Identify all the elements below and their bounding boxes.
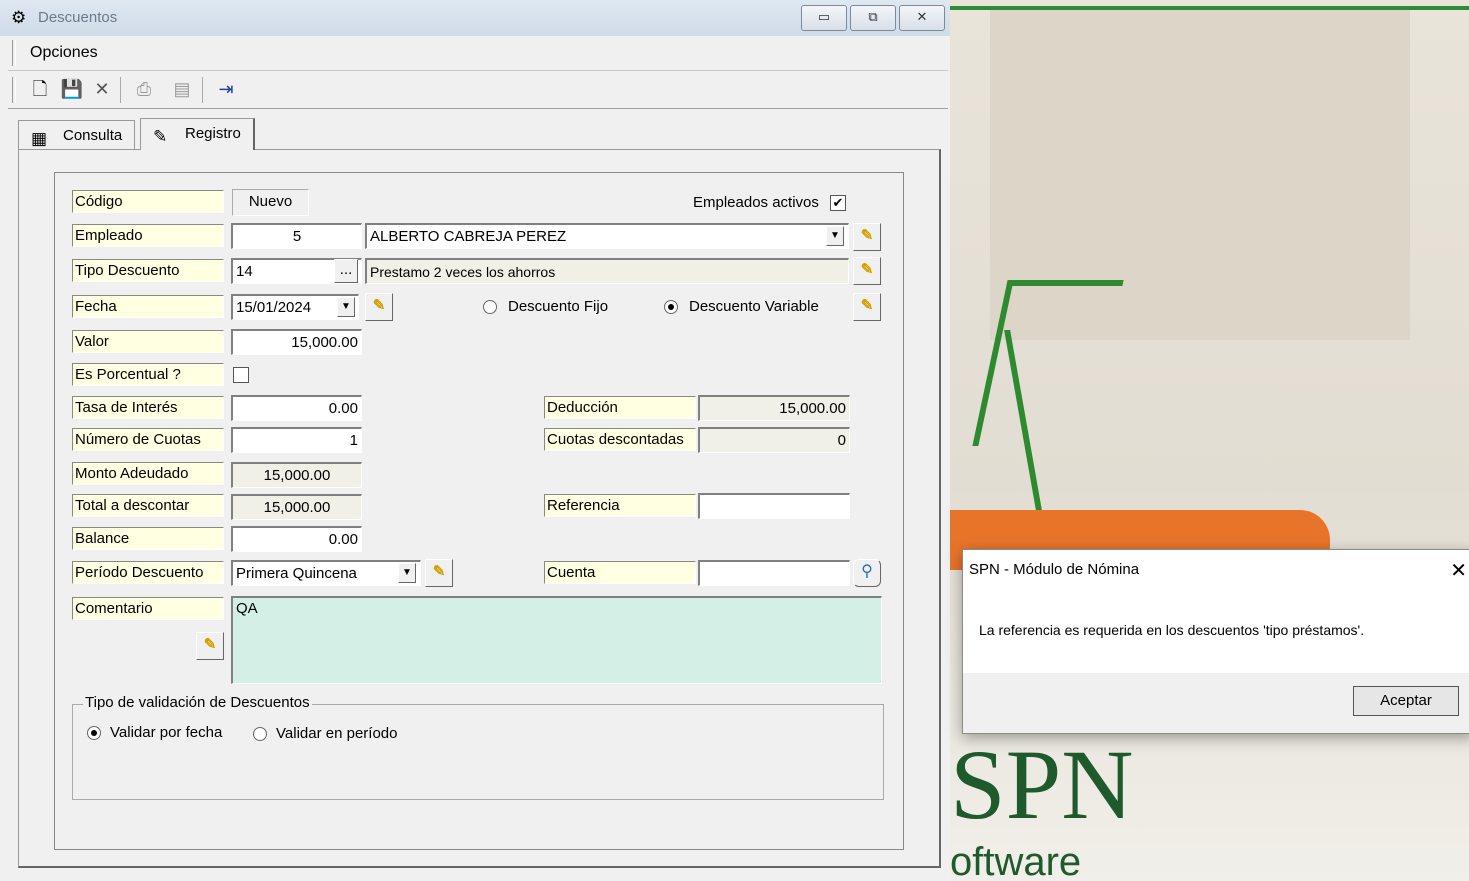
descuentos-window: ⚙ Descuentos ▭ ⧉ ✕ Opciones 🗋 💾 ✕ ⎙ ▤ ⇥ … — [0, 0, 950, 881]
empleados-activos-label: Empleados activos — [693, 194, 819, 211]
validar-por-fecha-radio[interactable] — [87, 726, 101, 740]
empleado-name-select[interactable]: ALBERTO CABREJA PEREZ — [365, 223, 849, 249]
fecha-dropdown-icon[interactable]: ▼ — [337, 297, 355, 317]
total-descontar-value: 15,000.00 — [231, 494, 362, 520]
tipo-descuento-browse-button[interactable]: ... — [334, 259, 358, 283]
tab-registro[interactable]: ✎ Registro — [140, 118, 255, 150]
referencia-input[interactable] — [698, 493, 850, 519]
cuotas-descontadas-value: 0 — [698, 427, 850, 453]
empleado-label: Empleado — [72, 224, 224, 247]
comentario-textarea[interactable]: QA — [231, 596, 882, 684]
balance-label: Balance — [72, 527, 224, 550]
tasa-interes-input[interactable]: 0.00 — [231, 395, 362, 421]
empleados-activos-checkbox[interactable]: ✔ — [830, 195, 846, 211]
comentario-label: Comentario — [72, 597, 224, 620]
tipo-descuento-label: Tipo Descuento — [72, 259, 224, 282]
validar-en-periodo-label: Validar en período — [276, 725, 398, 742]
title-bar: ⚙ Descuentos ▭ ⧉ ✕ — [0, 0, 950, 36]
tipo-descuento-edit-icon[interactable]: ✎ — [853, 257, 881, 285]
cuenta-label: Cuenta — [544, 561, 696, 584]
periodo-descuento-value: Primera Quincena — [236, 565, 357, 582]
empleado-edit-icon[interactable]: ✎ — [853, 223, 881, 251]
referencia-label: Referencia — [544, 494, 696, 517]
periodo-dropdown-icon[interactable]: ▼ — [398, 563, 416, 583]
maximize-button[interactable]: ⧉ — [850, 5, 896, 31]
empleado-dropdown-icon[interactable]: ▼ — [826, 226, 844, 246]
es-porcentual-checkbox[interactable] — [233, 367, 249, 383]
validar-por-fecha-label: Validar por fecha — [110, 724, 223, 741]
tab-registro-label: Registro — [185, 125, 241, 142]
validar-en-periodo-radio[interactable] — [253, 727, 267, 741]
delete-icon[interactable]: ✕ — [90, 77, 114, 101]
descuento-variable-label: Descuento Variable — [689, 298, 819, 315]
total-descontar-label: Total a descontar — [72, 494, 224, 517]
numero-cuotas-label: Número de Cuotas — [72, 428, 224, 451]
menu-opciones[interactable]: Opciones — [30, 44, 98, 62]
new-document-icon[interactable]: 🗋 — [28, 77, 52, 101]
registro-icon: ✎ — [153, 127, 168, 146]
dialog-title: SPN - Módulo de Nómina — [969, 561, 1140, 578]
monto-adeudado-label: Monto Adeudado — [72, 462, 224, 485]
validacion-legend: Tipo de validación de Descuentos — [83, 694, 312, 711]
periodo-edit-icon[interactable]: ✎ — [425, 559, 453, 587]
report-icon[interactable]: ▤ — [170, 77, 194, 101]
brand-subtitle: oftware — [950, 840, 1082, 881]
app-icon: ⚙ — [11, 8, 27, 27]
codigo-value: Nuevo — [232, 189, 309, 216]
descuento-tipo-edit-icon[interactable]: ✎ — [853, 293, 881, 321]
periodo-descuento-select[interactable]: Primera Quincena — [231, 560, 421, 586]
empleado-id-input[interactable]: 5 — [231, 223, 362, 249]
fecha-label: Fecha — [72, 295, 224, 318]
minimize-button[interactable]: ▭ — [801, 5, 847, 31]
periodo-descuento-label: Período Descuento — [72, 561, 224, 584]
es-porcentual-label: Es Porcentual ? — [72, 363, 224, 386]
aceptar-button[interactable]: Aceptar — [1353, 686, 1459, 716]
brand-logo-text: SPN — [950, 729, 1134, 840]
tab-consulta-label: Consulta — [63, 127, 123, 144]
toolbar: 🗋 💾 ✕ ⎙ ▤ ⇥ — [8, 71, 948, 109]
monto-adeudado-value: 15,000.00 — [231, 462, 362, 488]
print-icon[interactable]: ⎙ — [132, 77, 156, 101]
background-image: SPN oftware — [950, 0, 1469, 881]
save-icon[interactable]: 💾 — [60, 77, 84, 101]
menu-bar: Opciones — [8, 36, 948, 71]
close-button[interactable]: ✕ — [899, 5, 945, 31]
codigo-label: Código — [72, 190, 224, 213]
dialog-footer: Aceptar — [963, 673, 1469, 733]
empleado-name-value: ALBERTO CABREJA PEREZ — [370, 228, 567, 245]
descuento-fijo-label: Descuento Fijo — [508, 298, 609, 315]
deduccion-value: 15,000.00 — [698, 395, 850, 421]
search-icon[interactable]: ⚲ — [853, 559, 881, 587]
balance-value: 0.00 — [231, 526, 362, 552]
valor-label: Valor — [72, 330, 224, 353]
numero-cuotas-input[interactable]: 1 — [231, 427, 362, 453]
descuento-fijo-radio[interactable] — [483, 300, 497, 314]
dialog-message: La referencia es requerida en los descue… — [979, 622, 1365, 638]
cuenta-input[interactable] — [698, 560, 850, 586]
window-title: Descuentos — [38, 9, 118, 26]
tasa-interes-label: Tasa de Interés — [72, 396, 224, 419]
dialog-close-icon[interactable]: ✕ — [1450, 558, 1467, 583]
tipo-descuento-description: Prestamo 2 veces los ahorros — [365, 258, 849, 284]
deduccion-label: Deducción — [544, 396, 696, 419]
comentario-edit-icon[interactable]: ✎ — [196, 632, 224, 660]
descuento-variable-radio[interactable] — [664, 300, 678, 314]
exit-icon[interactable]: ⇥ — [214, 77, 238, 101]
fecha-edit-icon[interactable]: ✎ — [365, 293, 393, 321]
valor-input[interactable]: 15,000.00 — [231, 329, 362, 355]
tab-consulta[interactable]: ▦ Consulta — [18, 120, 136, 149]
cuotas-descontadas-label: Cuotas descontadas — [544, 428, 696, 451]
validacion-group: Tipo de validación de Descuentos — [72, 694, 884, 800]
message-dialog: SPN - Módulo de Nómina ✕ La referencia e… — [962, 549, 1469, 734]
